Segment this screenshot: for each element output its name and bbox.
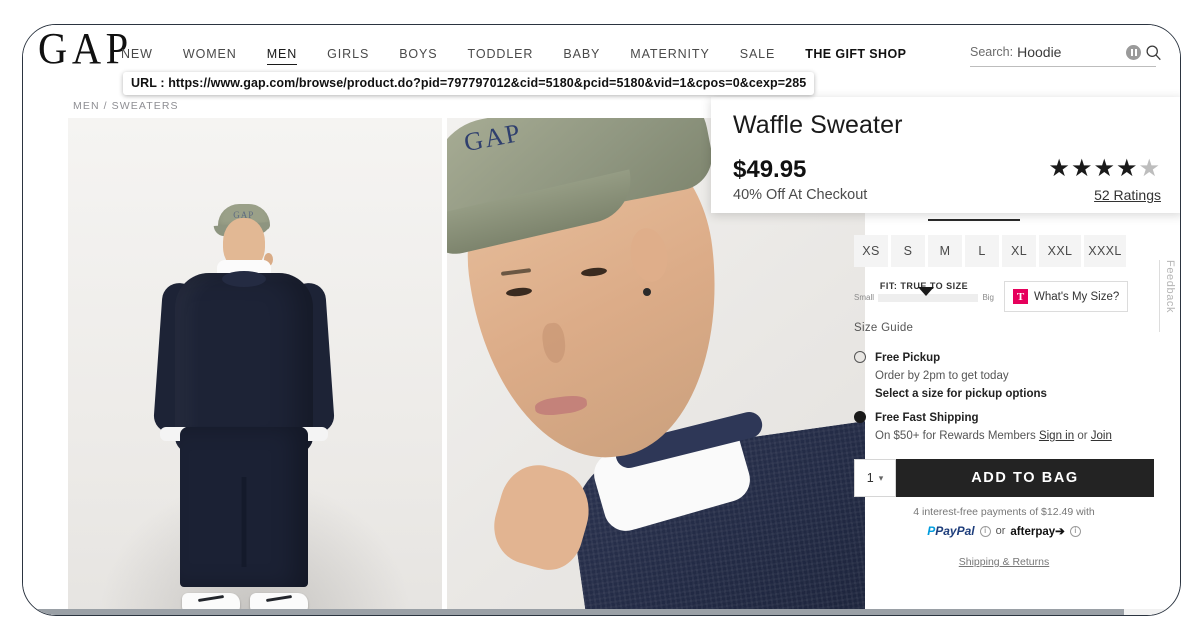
product-title: Waffle Sweater [733,111,903,139]
nav-item-men[interactable]: MEN [266,47,298,65]
nav-item-sale[interactable]: SALE [740,47,776,61]
star-rating-icon: ★★★★★ [1048,155,1161,182]
fit-track[interactable] [878,286,979,302]
pickup-note: Select a size for pickup options [875,388,1047,400]
pause-icon[interactable] [1126,44,1141,60]
size-button-s[interactable]: S [891,235,925,267]
url-overlay: URL : https://www.gap.com/browse/product… [123,72,815,95]
fulfillment-option-pickup[interactable]: Free Pickup Order by 2pm to get today [854,348,1154,384]
paypal-info-icon[interactable]: i [979,525,991,537]
nav-item-girls[interactable]: GIRLS [327,47,369,61]
screenshot-viewport: GAP NEW WOMEN MEN GIRLS BOYS TODDLER BAB… [0,0,1203,634]
search-icon[interactable] [1145,44,1162,61]
payment-methods: PPayPal i or afterpay➔ i [854,524,1154,538]
whats-my-size-label: What's My Size? [1034,290,1120,303]
size-button-xxl[interactable]: XXL [1039,235,1081,267]
search-label: Search: [970,45,1014,59]
swatch-selected-underline [928,219,1020,221]
browser-frame: GAP NEW WOMEN MEN GIRLS BOYS TODDLER BAB… [22,24,1181,616]
main-navigation: NEW WOMEN MEN GIRLS BOYS TODDLER BABY MA… [121,47,906,65]
feedback-tab[interactable]: Feedback [1159,260,1176,332]
purchase-row: 1 ▾ ADD TO BAG [854,459,1154,497]
product-summary-overlay: Waffle Sweater $49.95 40% Off At Checkou… [711,97,1180,213]
fit-marker-icon [918,286,935,296]
size-button-m[interactable]: M [928,235,962,267]
search-input[interactable]: Hoodie [1017,44,1122,60]
fit-big-label: Big [982,293,994,302]
nav-item-women[interactable]: WOMEN [183,47,237,61]
waffle-sweater-body [174,272,313,453]
fit-small-label: Small [854,293,875,302]
breadcrumb[interactable]: MEN / SWEATERS [73,100,179,112]
sign-in-link[interactable]: Sign in [1039,430,1074,442]
scrollbar-thumb[interactable] [23,609,1125,615]
shipping-title: Free Fast Shipping [875,412,979,424]
nav-item-boys[interactable]: BOYS [399,47,437,61]
pickup-sub: Order by 2pm to get today [875,370,1009,382]
trouser-seam [241,477,247,568]
radio-pickup-icon[interactable] [854,351,866,363]
size-button-xs[interactable]: XS [854,235,888,267]
afterpay-logo[interactable]: afterpay➔ [1010,524,1064,538]
size-button-xxxl[interactable]: XXXL [1084,235,1126,267]
nav-item-maternity[interactable]: MATERNITY [630,47,709,61]
shipping-returns-link[interactable]: Shipping & Returns [854,556,1154,568]
size-button-xl[interactable]: XL [1002,235,1036,267]
size-selector: XS S M L XL XXL XXXL [854,235,1154,267]
gap-product-page: GAP NEW WOMEN MEN GIRLS BOYS TODDLER BAB… [23,25,1180,615]
whats-my-size-button[interactable]: T What's My Size? [1004,281,1129,312]
nav-item-toddler[interactable]: TODDLER [468,47,534,61]
promo-text: 40% Off At Checkout [733,187,868,203]
add-to-bag-button[interactable]: ADD TO BAG [896,459,1154,497]
ratings-link[interactable]: 52 Ratings [1048,187,1161,203]
paypal-logo[interactable]: PPayPal [927,524,974,538]
rating-block: ★★★★★ 52 Ratings [1048,155,1161,204]
fulfillment-option-shipping[interactable]: Free Fast Shipping On $50+ for Rewards M… [854,408,1154,444]
pickup-title: Free Pickup [875,352,941,364]
nav-item-new[interactable]: NEW [121,47,153,61]
or-text: or [1074,430,1091,442]
sweater-neckline [221,270,266,287]
horizontal-scrollbar[interactable] [23,609,1180,615]
nav-item-baby[interactable]: BABY [563,47,600,61]
product-price: $49.95 [733,156,807,183]
price-block: $49.95 40% Off At Checkout [733,156,867,203]
size-button-l[interactable]: L [965,235,999,267]
quantity-select[interactable]: 1 ▾ [854,459,896,497]
nav-item-the-gift-shop[interactable]: THE GIFT SHOP [805,47,906,61]
shipping-sub: On $50+ for Rewards Members [875,430,1039,442]
fulfillment-options: Free Pickup Order by 2pm to get today Se… [854,348,1154,444]
fit-slider[interactable]: Small Big [854,286,994,302]
chevron-down-icon: ▾ [878,472,884,483]
quantity-value: 1 [866,471,874,485]
fit-row: FIT: TRUE TO SIZE Small Big T What's My … [854,281,1154,312]
gap-logo[interactable]: GAP [38,27,133,71]
or-label: or [995,525,1006,537]
join-link[interactable]: Join [1091,430,1112,442]
afterpay-info-icon[interactable]: i [1069,525,1081,537]
search-underline [970,66,1156,67]
radio-shipping-icon[interactable] [854,411,866,423]
url-label: URL : [131,76,165,90]
fit-indicator: FIT: TRUE TO SIZE Small Big [854,281,994,302]
url-text: https://www.gap.com/browse/product.do?pi… [168,76,807,90]
installments-text: 4 interest-free payments of $12.49 with [913,506,1095,518]
search-area: Search: Hoodie [970,41,1162,67]
size-guide-link[interactable]: Size Guide [854,322,1154,334]
product-image-full-body[interactable]: GAP [68,118,442,615]
true-fit-icon: T [1013,289,1028,304]
